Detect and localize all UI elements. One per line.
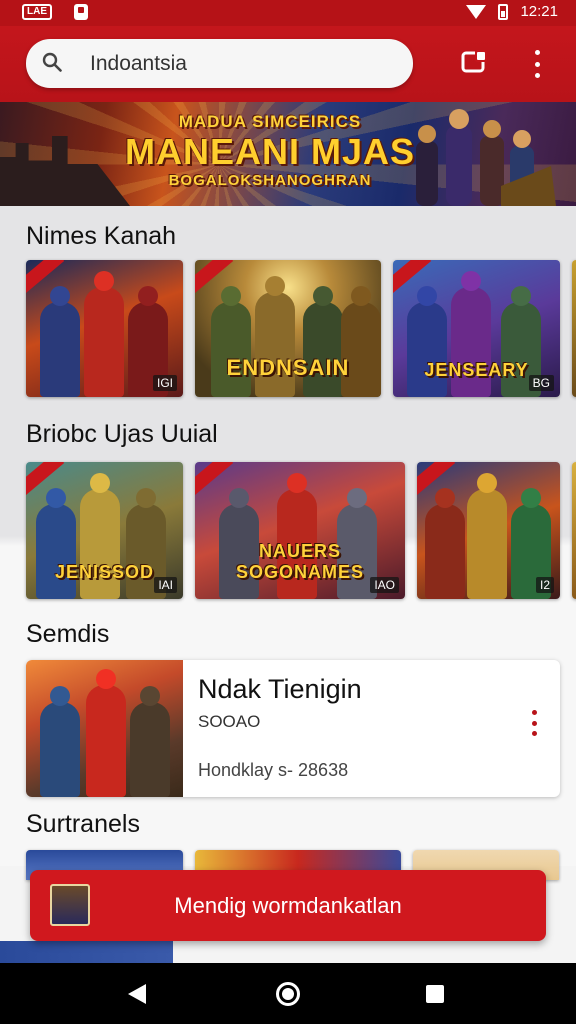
game-card[interactable]: JENSEARY BG xyxy=(393,260,560,397)
banner-line-3: BOGALOKSHANOGHRAN xyxy=(168,172,372,189)
game-row-1: IGI ENDNSAIN JENSEARY BG xyxy=(26,260,576,397)
card-count: IGI xyxy=(152,375,177,391)
system-nav-bar xyxy=(0,963,576,1024)
banner-line-2: MANEANI MJAS xyxy=(124,131,415,172)
game-card[interactable]: ENDNSAIN xyxy=(195,260,381,397)
card-title: ENDNSAIN xyxy=(226,355,350,380)
app-notification-icon xyxy=(74,4,88,20)
banner-line-1: MADUA SIMCEIRICS xyxy=(178,112,362,131)
section-title-semdis: Semdis xyxy=(26,620,110,648)
card-count: IAO xyxy=(370,577,399,593)
search-bar[interactable] xyxy=(26,39,413,88)
wifi-icon xyxy=(466,4,487,19)
card-count: BG xyxy=(528,375,554,391)
content-behind-snackbar xyxy=(0,941,576,963)
game-card[interactable]: IGI xyxy=(26,260,183,397)
home-icon[interactable] xyxy=(276,982,300,1006)
section-title-briobc-ujas: Briobc Ujas Uuial xyxy=(26,420,218,448)
recent-apps-icon[interactable] xyxy=(426,985,444,1003)
banner-text: MADUA SIMCEIRICS MANEANI MJAS BOGALOKSHA… xyxy=(120,112,420,189)
snackbar-text: Mendig wormdankatlan xyxy=(174,893,402,918)
card-count: IAI xyxy=(154,577,177,593)
banner-heroes-art xyxy=(416,109,556,206)
notification-badge: LAE xyxy=(22,4,52,20)
game-card[interactable] xyxy=(572,462,576,599)
list-item-title: Ndak Tienigin xyxy=(198,674,362,704)
game-card[interactable]: I2 xyxy=(417,462,560,599)
game-row-2: JENISSOD IAI NAUERS SOGONAMES IAO I2 xyxy=(26,462,576,599)
section-title-nimes-kanah: Nimes Kanah xyxy=(26,222,177,250)
list-item-more-icon[interactable] xyxy=(530,710,538,736)
game-card[interactable] xyxy=(572,260,576,397)
game-card[interactable]: NAUERS SOGONAMES IAO xyxy=(195,462,405,599)
more-options-icon[interactable] xyxy=(526,50,548,78)
section-title-surtranels: Surtranels xyxy=(26,810,140,838)
cast-icon[interactable] xyxy=(461,50,489,76)
back-icon[interactable] xyxy=(128,984,146,1004)
list-item-subtitle: SOOAO xyxy=(198,712,261,731)
card-count: I2 xyxy=(535,577,554,593)
clock: 12:21 xyxy=(520,3,558,20)
card-ribbon xyxy=(195,462,234,498)
list-item-thumbnail xyxy=(26,660,183,797)
game-card[interactable]: JENISSOD IAI xyxy=(26,462,183,599)
app-bar xyxy=(0,26,576,102)
search-input[interactable] xyxy=(90,39,390,88)
status-bar: LAE 12:21 xyxy=(0,0,576,26)
download-snackbar[interactable]: Mendig wormdankatlan xyxy=(30,870,546,941)
promo-banner[interactable]: MADUA SIMCEIRICS MANEANI MJAS BOGALOKSHA… xyxy=(0,102,576,206)
featured-list-item[interactable]: Ndak Tienigin SOOAO Hondklay s- 28638 xyxy=(26,660,560,797)
list-item-meta: Hondklay s- 28638 xyxy=(198,760,349,780)
battery-icon xyxy=(498,3,509,20)
search-icon[interactable] xyxy=(42,52,62,72)
content-area: Nimes Kanah IGI ENDNSAIN JENSEARY BG Bri… xyxy=(0,206,576,880)
